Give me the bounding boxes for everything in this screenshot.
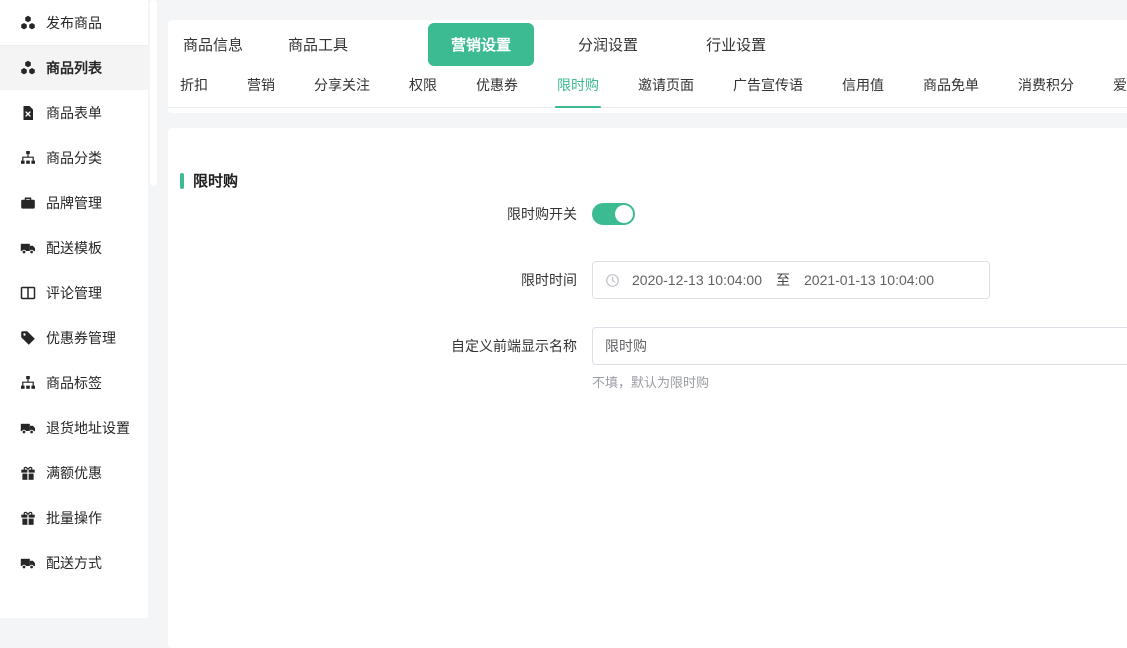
gift-icon [20,510,36,526]
sidebar-scrollbar[interactable] [150,0,157,186]
custom-name-row: 自定义前端显示名称 不填，默认为限时购 [180,327,1127,391]
tab[interactable]: 商品信息 [183,34,243,55]
sidebar-item-label: 商品分类 [46,148,102,168]
tab[interactable]: 分润设置 [578,34,638,55]
main-area: 商品信息商品工具营销设置分润设置行业设置 折扣营销分享关注权限优惠券限时购邀请页… [168,0,1127,618]
subtab[interactable]: 爱 [1113,75,1127,95]
columns-icon [20,285,36,301]
tabs-row: 商品信息 商品工具 营销设置 分润设置 行业设置 [168,20,1127,68]
subtabs-row: 折扣 营销 分享关注 权限 优惠券 限时购 邀请页面 广告宣传语 信用值 商品免单 消费积分 爱 [168,68,1127,108]
section-accent-bar [180,173,184,189]
content-card: 限时购 限时购开关 限时时间 2020-12-13 10:04:00 至 202… [168,128,1127,648]
tab[interactable]: 行业设置 [706,34,766,55]
subtab[interactable]: 分享关注 [314,75,370,95]
sidebar-item-label: 批量操作 [46,508,102,528]
sidebar-item[interactable]: 配送模板 [0,225,148,270]
subtab[interactable]: 权限 [409,75,437,95]
custom-name-label: 自定义前端显示名称 [180,327,592,365]
subtab[interactable]: 商品免单 [923,75,979,95]
clock-icon [605,273,620,288]
section-header: 限时购 [180,170,1127,191]
sidebar-item[interactable]: 配送方式 [0,540,148,585]
sidebar-item-label: 商品表单 [46,103,102,123]
sidebar-item-label: 配送模板 [46,238,102,258]
cubes-icon [20,15,36,31]
time-label: 限时时间 [180,261,592,299]
subtab[interactable]: 邀请页面 [638,75,694,95]
tag-icon [20,330,36,346]
subtab[interactable]: 信用值 [842,75,884,95]
tabs-card: 商品信息 商品工具 营销设置 分润设置 行业设置 折扣 营销 分享关注 权限 优惠券 限时购 邀请页… [168,20,1127,113]
sidebar-menu: 发布商品商品列表商品表单商品分类品牌管理配送模板评论管理优惠券管理商品标签退货地… [0,0,148,585]
flash-sale-switch-row: 限时购开关 [180,203,1127,225]
switch-label: 限时购开关 [180,203,592,225]
sidebar-item[interactable]: 退货地址设置 [0,405,148,450]
sidebar-item[interactable]: 品牌管理 [0,180,148,225]
sidebar-item[interactable]: 批量操作 [0,495,148,540]
sitemap-icon [20,375,36,391]
sidebar-item-label: 配送方式 [46,553,102,573]
sidebar-item-label: 品牌管理 [46,193,102,213]
sidebar-item[interactable]: 评论管理 [0,270,148,315]
tab[interactable]: 商品工具 [288,34,348,55]
section-title: 限时购 [193,170,238,191]
toggle-knob [615,205,633,223]
sidebar-item[interactable]: 商品表单 [0,90,148,135]
time-end-value: 2021-01-13 10:04:00 [804,272,934,288]
sidebar-item-label: 优惠券管理 [46,328,116,348]
truck-icon [20,240,36,256]
time-separator: 至 [776,270,790,290]
subtab[interactable]: 优惠券 [476,75,518,95]
sidebar-item[interactable]: 商品分类 [0,135,148,180]
sidebar-item[interactable]: 满额优惠 [0,450,148,495]
custom-name-input[interactable] [592,327,1127,365]
sidebar-item-label: 满额优惠 [46,463,102,483]
truck-icon [20,420,36,436]
sidebar-item[interactable]: 发布商品 [0,0,148,45]
subtab[interactable]: 折扣 [180,75,208,95]
time-range-input[interactable]: 2020-12-13 10:04:00 至 2021-01-13 10:04:0… [592,261,990,299]
sidebar-item-label: 退货地址设置 [46,418,130,438]
sitemap-icon [20,150,36,166]
sidebar-item[interactable]: 商品列表 [0,45,148,90]
sidebar-item[interactable]: 优惠券管理 [0,315,148,360]
time-start-value: 2020-12-13 10:04:00 [632,272,762,288]
briefcase-icon [20,195,36,211]
flash-sale-toggle[interactable] [592,203,635,225]
truck-icon [20,555,36,571]
custom-name-field-wrap: 不填，默认为限时购 [592,327,1127,391]
sidebar-item-label: 商品列表 [46,58,102,78]
custom-name-help: 不填，默认为限时购 [592,372,1127,391]
sidebar-item-label: 发布商品 [46,13,102,33]
sidebar-item-label: 评论管理 [46,283,102,303]
time-range-row: 限时时间 2020-12-13 10:04:00 至 2021-01-13 10… [180,261,1127,299]
tab[interactable]: 营销设置 [428,23,534,66]
gift-icon [20,465,36,481]
subtab[interactable]: 消费积分 [1018,75,1074,95]
subtab[interactable]: 限时购 [557,75,599,95]
app-sidebar: 发布商品商品列表商品表单商品分类品牌管理配送模板评论管理优惠券管理商品标签退货地… [0,0,148,618]
sidebar-item-label: 商品标签 [46,373,102,393]
file-excel-icon [20,105,36,121]
sidebar-item[interactable]: 商品标签 [0,360,148,405]
subtab[interactable]: 营销 [247,75,275,95]
subtab[interactable]: 广告宣传语 [733,75,803,95]
cubes-icon [20,60,36,76]
